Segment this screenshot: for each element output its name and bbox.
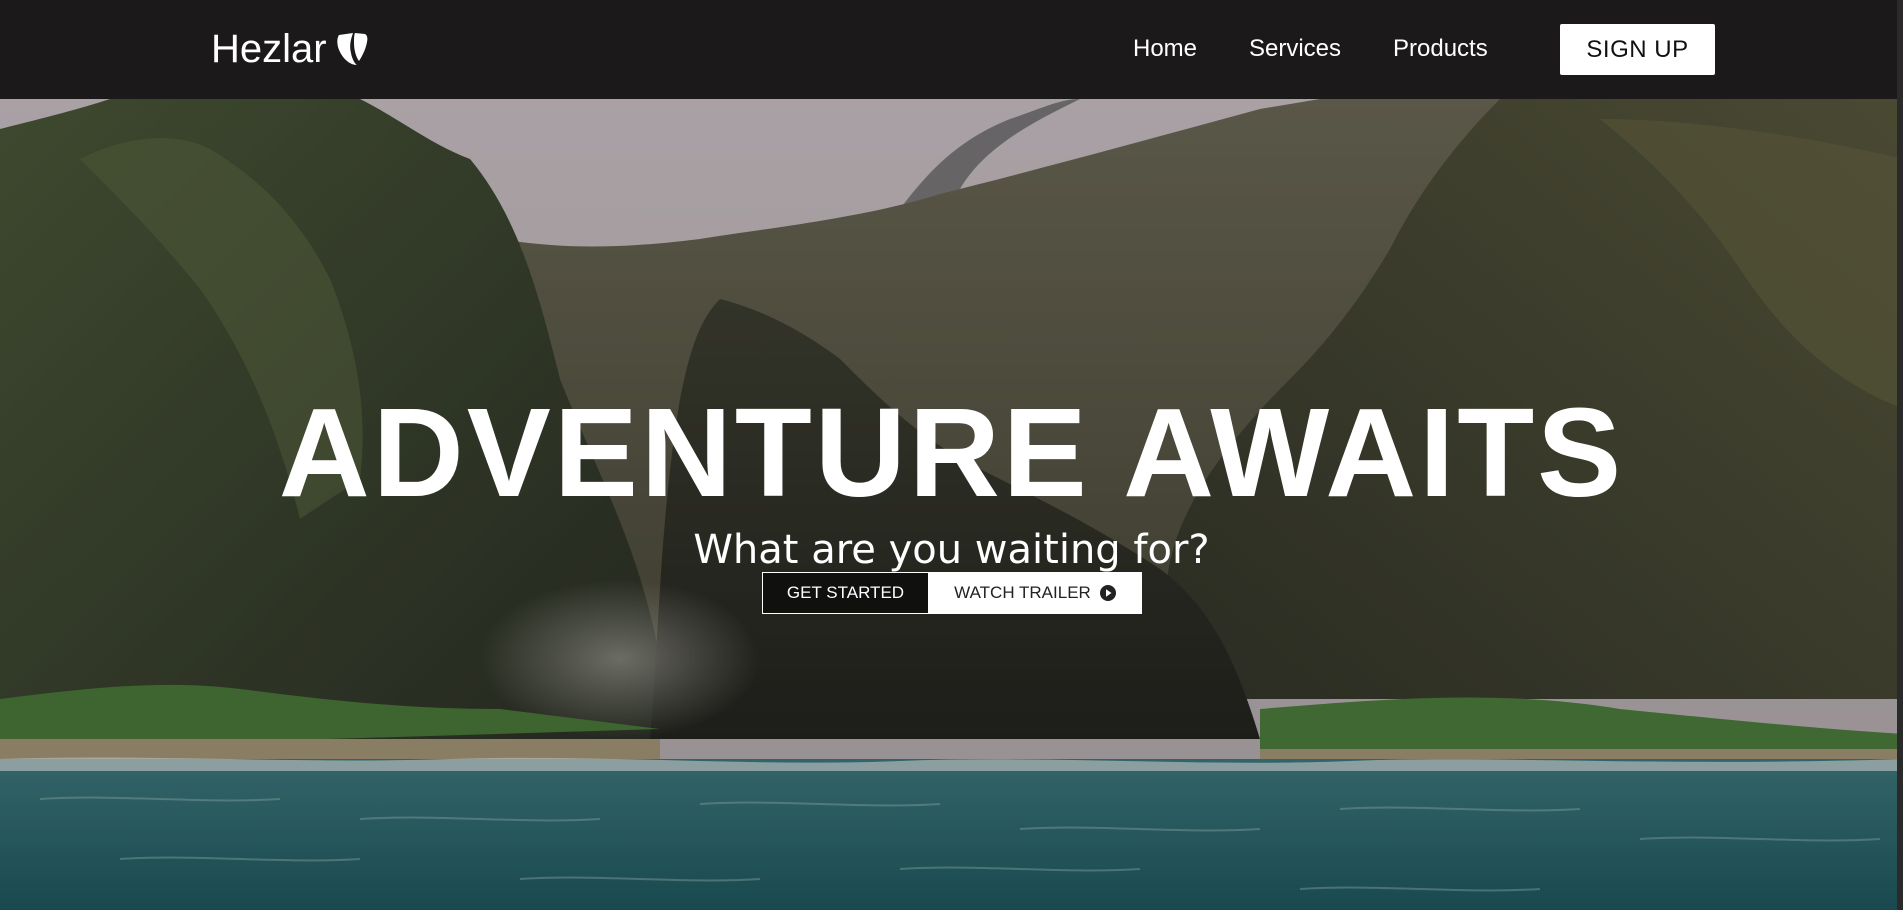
sign-up-button[interactable]: SIGN UP xyxy=(1560,24,1715,75)
landing-page: Hezlar Home Services Products SIGN UP AD… xyxy=(0,0,1903,910)
top-navbar: Hezlar Home Services Products SIGN UP xyxy=(0,0,1903,99)
typo3-logo-icon xyxy=(336,33,367,65)
play-circle-icon xyxy=(1099,585,1116,601)
hero-title: ADVENTURE AWAITS xyxy=(278,382,1625,523)
nav-link-home[interactable]: Home xyxy=(1133,33,1197,65)
hero-cta-group: GET STARTED WATCH TRAILER xyxy=(762,572,1142,614)
nav-link-services[interactable]: Services xyxy=(1249,33,1341,65)
nav-link-products[interactable]: Products xyxy=(1393,33,1488,65)
watch-trailer-label: WATCH TRAILER xyxy=(954,583,1091,602)
brand-name: Hezlar xyxy=(211,27,327,71)
watch-trailer-button[interactable]: WATCH TRAILER xyxy=(929,572,1142,614)
hero-section: ADVENTURE AWAITS What are you waiting fo… xyxy=(0,99,1903,910)
brand-logo[interactable]: Hezlar xyxy=(211,26,369,72)
get-started-button[interactable]: GET STARTED xyxy=(762,572,929,614)
page-scrollbar[interactable] xyxy=(1897,0,1903,910)
hero-subtitle: What are you waiting for? xyxy=(693,527,1210,573)
